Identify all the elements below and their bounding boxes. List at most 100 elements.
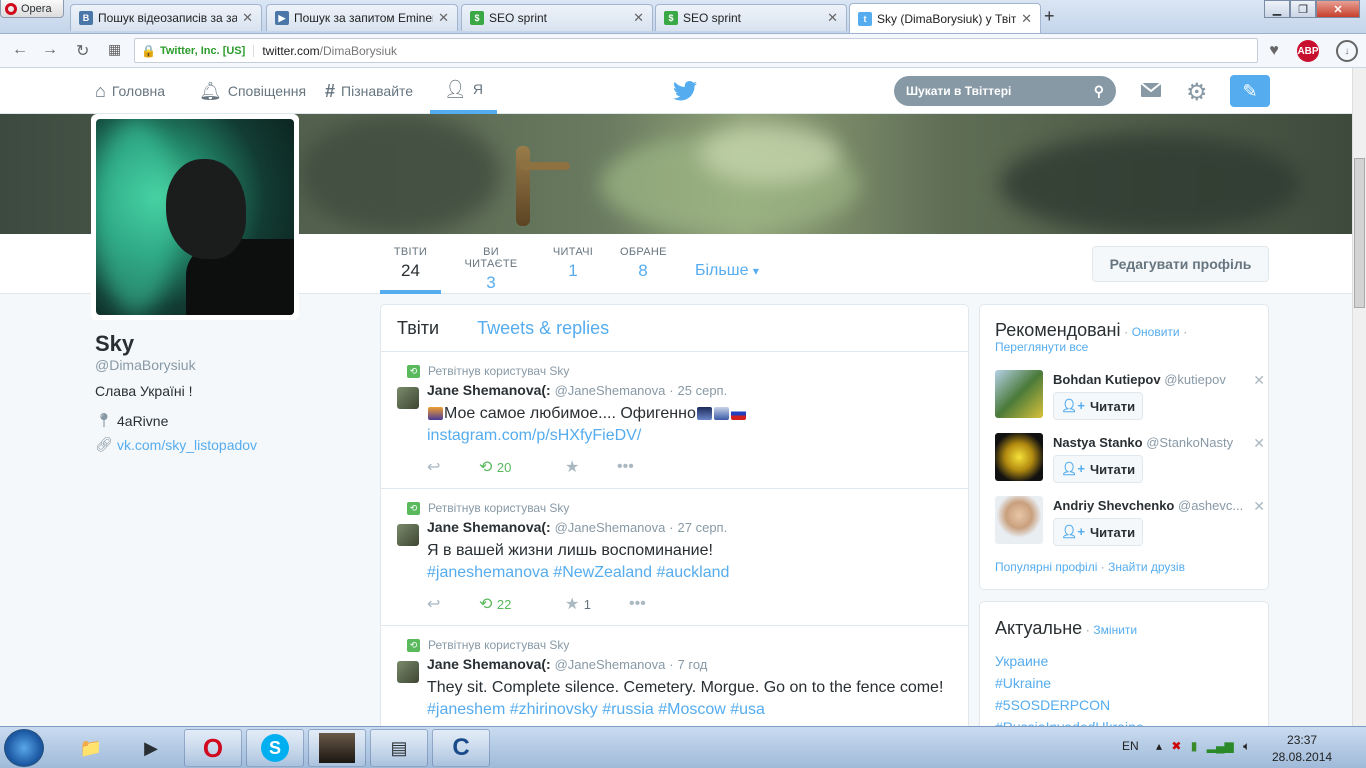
stash-heart-icon[interactable]: ♥ xyxy=(1263,40,1285,62)
tweet-avatar[interactable] xyxy=(397,524,419,546)
minimize-button[interactable]: ▁ xyxy=(1264,0,1290,18)
url-field[interactable]: 🔒 Twitter, Inc. [US] twitter.com/DimaBor… xyxy=(134,38,1258,63)
close-window-button[interactable]: ✕ xyxy=(1316,0,1360,18)
favorite-icon[interactable]: ★ xyxy=(565,457,617,477)
trend-item[interactable]: #Ukraine xyxy=(995,675,1051,691)
reply-icon[interactable]: ↩ xyxy=(427,457,479,477)
explorer-icon[interactable]: 📁 xyxy=(62,729,120,767)
dismiss-icon[interactable]: ✕ xyxy=(1253,372,1265,389)
tweet-avatar[interactable] xyxy=(397,387,419,409)
tweet-hashtags[interactable]: #janeshem #zhirinovsky #russia #Moscow #… xyxy=(427,701,765,719)
user-name-line[interactable]: Nastya Stanko @StankoNasty xyxy=(1053,435,1243,450)
show-hidden-icons-icon[interactable]: ▴ xyxy=(1156,739,1162,753)
dismiss-icon[interactable]: ✕ xyxy=(1253,435,1265,452)
retweet-label[interactable]: Ретвітнув користувач Sky xyxy=(428,501,569,515)
twitter-bird-icon[interactable] xyxy=(673,81,697,101)
game-app-icon[interactable] xyxy=(308,729,366,767)
close-tab-icon[interactable]: ✕ xyxy=(438,10,449,26)
close-tab-icon[interactable]: ✕ xyxy=(1021,11,1032,27)
tab-tweets[interactable]: Твіти xyxy=(397,318,439,339)
follow-button[interactable]: 👤︎+ Читати xyxy=(1053,518,1143,546)
browser-tab-3[interactable]: $ SEO sprint ✕ xyxy=(461,4,653,31)
refresh-link[interactable]: Оновити xyxy=(1132,325,1180,339)
more-icon[interactable]: ••• xyxy=(617,458,634,476)
retweet-action[interactable]: ⟲ 20 xyxy=(479,457,565,477)
opera-menu-button[interactable]: Opera xyxy=(0,0,64,18)
search-input[interactable]: Шукати в Твіттері ⚲ xyxy=(894,76,1116,106)
signal-icon[interactable]: ▂▄▆ xyxy=(1207,739,1234,753)
envelope-icon[interactable] xyxy=(1140,82,1162,98)
website-link[interactable]: vk.com/sky_listopadov xyxy=(117,437,257,453)
user-name-line[interactable]: Bohdan Kutiepov @kutiepov xyxy=(1053,372,1243,387)
browser-tab-2[interactable]: ▶ Пошук за запитом Eminem ✕ xyxy=(266,4,458,31)
ccleaner-icon[interactable]: C xyxy=(432,729,490,767)
reply-icon[interactable]: ↩ xyxy=(427,594,479,614)
trend-item[interactable]: #5SOSDERPCON xyxy=(995,697,1110,713)
tweet-item[interactable]: ⟲ Ретвітнув користувач Sky Jane Shemanov… xyxy=(381,489,968,626)
user-avatar[interactable] xyxy=(995,433,1043,481)
tweet-item[interactable]: ⟲ Ретвітнув користувач Sky Jane Shemanov… xyxy=(381,352,968,489)
network-error-icon[interactable]: ✖ xyxy=(1171,739,1181,753)
language-indicator[interactable]: EN xyxy=(1122,739,1139,753)
change-trends-link[interactable]: Змінити xyxy=(1093,623,1137,637)
more-dropdown[interactable]: Більше ▾ xyxy=(695,262,759,280)
nav-discover[interactable]: # Пізнавайте xyxy=(325,68,413,114)
maximize-button[interactable]: ❐ xyxy=(1290,0,1316,18)
scrollbar-thumb[interactable] xyxy=(1354,158,1365,308)
retweet-label[interactable]: Ретвітнув користувач Sky xyxy=(428,364,569,378)
battery-icon[interactable]: ▮ xyxy=(1191,739,1198,753)
tweet-time[interactable]: 25 серп. xyxy=(678,383,728,398)
new-tab-button[interactable]: + xyxy=(1044,6,1055,27)
tweet-time[interactable]: 27 серп. xyxy=(678,520,728,535)
dismiss-icon[interactable]: ✕ xyxy=(1253,498,1265,515)
nav-me[interactable]: 👤︎ Я xyxy=(430,68,497,114)
tweet-author-handle[interactable]: @JaneShemanova xyxy=(555,520,666,535)
popular-profiles-link[interactable]: Популярні профілі xyxy=(995,560,1097,574)
browser-tab-1[interactable]: B Пошук відеозаписів за запитом ✕ xyxy=(70,4,262,31)
download-icon[interactable]: ↓ xyxy=(1336,40,1358,62)
tweet-author-name[interactable]: Jane Shemanova(: xyxy=(427,382,551,398)
stat-favorites[interactable]: ОБРАНЕ 8 xyxy=(620,246,666,294)
search-icon[interactable]: ⚲ xyxy=(1094,83,1104,100)
stat-tweets[interactable]: ТВІТИ 24 xyxy=(380,246,441,294)
tweet-avatar[interactable] xyxy=(397,661,419,683)
compose-tweet-button[interactable]: ✎ xyxy=(1230,75,1270,107)
tweet-author-handle[interactable]: @JaneShemanova xyxy=(555,657,666,672)
opera-taskbar-icon[interactable]: O xyxy=(184,729,242,767)
tweet-item[interactable]: ⟲ Ретвітнув користувач Sky Jane Shemanov… xyxy=(381,626,968,733)
close-tab-icon[interactable]: ✕ xyxy=(633,10,644,26)
tweet-author-handle[interactable]: @JaneShemanova xyxy=(555,383,666,398)
user-avatar[interactable] xyxy=(995,370,1043,418)
skype-icon[interactable]: S xyxy=(246,729,304,767)
profile-name[interactable]: Sky xyxy=(95,331,134,357)
tweet-author-name[interactable]: Jane Shemanova(: xyxy=(427,519,551,535)
trend-item[interactable]: Украине xyxy=(995,653,1048,669)
view-all-link[interactable]: Переглянути все xyxy=(995,340,1088,354)
user-avatar[interactable] xyxy=(995,496,1043,544)
profile-handle[interactable]: @DimaBorysiuk xyxy=(95,357,196,373)
tweet-author-name[interactable]: Jane Shemanova(: xyxy=(427,656,551,672)
profile-website[interactable]: 🔗︎ vk.com/sky_listopadov xyxy=(95,436,257,453)
tweet-hashtags[interactable]: #janeshemanova #NewZealand #auckland xyxy=(427,564,729,582)
taskbar-clock[interactable]: 23:37 28.08.2014 xyxy=(1272,732,1332,766)
retweet-action[interactable]: ⟲ 22 xyxy=(479,594,565,614)
volume-icon[interactable]: 🔈︎ xyxy=(1243,739,1250,753)
tweet-link[interactable]: instagram.com/p/sHXfyFieDV/ xyxy=(427,427,641,445)
forward-icon[interactable]: → xyxy=(42,41,58,59)
windows-start-button[interactable] xyxy=(4,729,44,767)
follow-button[interactable]: 👤︎+ Читати xyxy=(1053,455,1143,483)
retweet-label[interactable]: Ретвітнув користувач Sky xyxy=(428,638,569,652)
reload-icon[interactable]: ↻ xyxy=(76,41,89,61)
follow-button[interactable]: 👤︎+ Читати xyxy=(1053,392,1143,420)
back-icon[interactable]: ← xyxy=(12,41,28,59)
close-tab-icon[interactable]: ✕ xyxy=(242,10,253,26)
stat-following[interactable]: ВИ ЧИТАЄТЕ 3 xyxy=(455,246,527,294)
edit-profile-button[interactable]: Редагувати профіль xyxy=(1092,246,1269,282)
adblock-plus-icon[interactable]: ABP xyxy=(1297,40,1319,62)
browser-tab-4[interactable]: $ SEO sprint ✕ xyxy=(655,4,847,31)
nav-notifications[interactable]: 🔔︎ Сповіщення xyxy=(199,68,306,114)
more-icon[interactable]: ••• xyxy=(629,595,646,613)
favorite-icon[interactable]: ★ 1 xyxy=(565,594,629,614)
nav-home[interactable]: ⌂ Головна xyxy=(95,68,165,114)
find-friends-link[interactable]: Знайти друзів xyxy=(1108,560,1185,574)
